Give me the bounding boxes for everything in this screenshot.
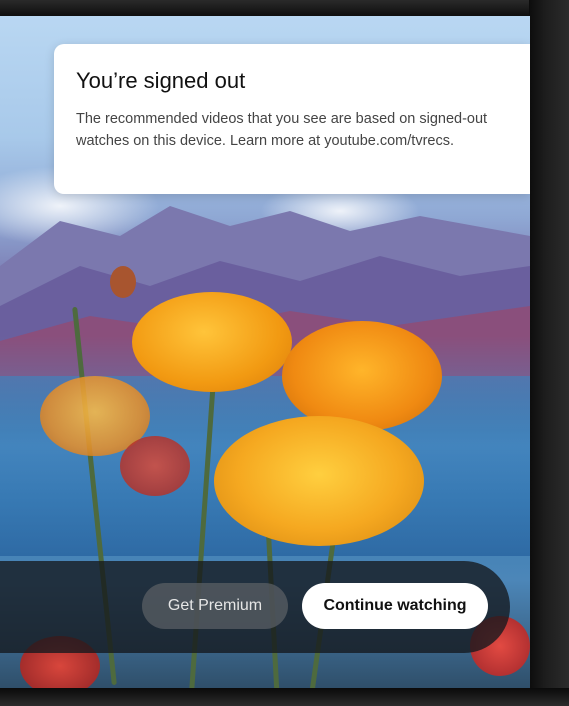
card-title: You’re signed out: [76, 68, 246, 93]
action-bar: Get Premium Continue watching: [0, 561, 510, 653]
poppy-flower: [214, 416, 424, 546]
poppy-flower: [282, 321, 442, 431]
tv-bezel-top: [0, 0, 569, 16]
tv-bezel-right: [529, 0, 569, 706]
poppy-flower: [132, 292, 292, 392]
card-message: The recommended videos that you see are …: [76, 111, 488, 149]
poppy-bud: [110, 266, 136, 298]
continue-watching-button[interactable]: Continue watching: [302, 583, 488, 629]
signed-out-card: You’re signed out The recommended videos…: [54, 44, 530, 194]
get-premium-button[interactable]: Get Premium: [142, 583, 288, 629]
tv-screen: You’re signed out The recommended videos…: [0, 16, 530, 688]
tv-bezel-bottom: [0, 688, 569, 706]
red-flower: [120, 436, 190, 496]
tv-frame: You’re signed out The recommended videos…: [0, 0, 569, 706]
